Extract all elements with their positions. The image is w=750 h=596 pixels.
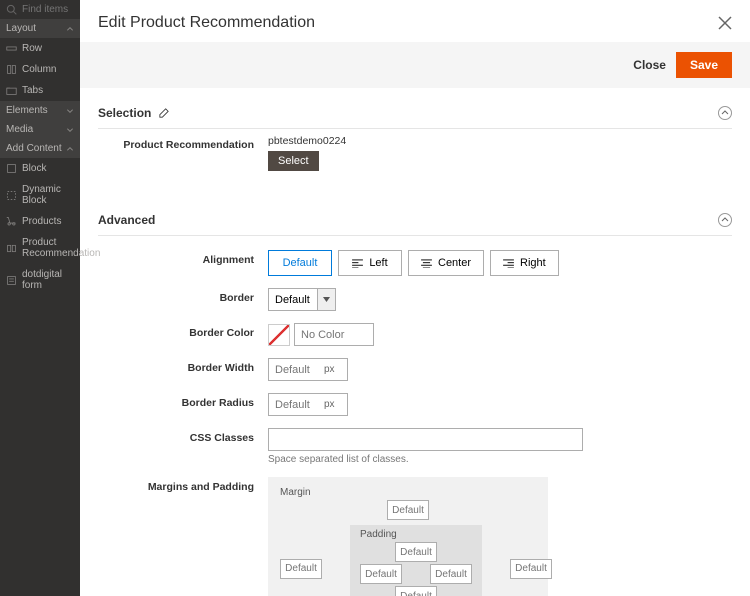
- field-border-width: Border Width px: [98, 352, 732, 387]
- border-select[interactable]: [268, 288, 318, 311]
- recommendation-icon: [6, 243, 17, 254]
- field-product-recommendation: Product Recommendation pbtestdemo0224 Se…: [98, 129, 732, 177]
- section-title: Selection: [98, 106, 151, 120]
- action-bar: Close Save: [80, 42, 750, 88]
- align-center-icon: [421, 259, 432, 268]
- chevron-down-icon: [66, 126, 74, 134]
- field-border: Border: [98, 282, 732, 317]
- sidebar-item-block[interactable]: Block: [0, 158, 80, 179]
- sidebar-section-media[interactable]: Media: [0, 120, 80, 139]
- border-radius-input[interactable]: [268, 393, 348, 416]
- section-title: Advanced: [98, 213, 155, 227]
- close-button[interactable]: Close: [633, 58, 666, 72]
- border-dropdown-toggle[interactable]: [318, 288, 336, 311]
- align-right-icon: [503, 259, 514, 268]
- section-header-advanced[interactable]: Advanced: [98, 201, 732, 236]
- main-panel: Edit Product Recommendation Close Save S…: [80, 0, 750, 596]
- margin-left-input[interactable]: [280, 559, 322, 579]
- align-left-icon: [352, 259, 363, 268]
- margin-right-input[interactable]: [510, 559, 552, 579]
- edit-icon[interactable]: [159, 108, 169, 118]
- border-width-input[interactable]: [268, 358, 348, 381]
- products-icon: [6, 216, 17, 227]
- column-icon: [6, 64, 17, 75]
- collapse-icon[interactable]: [718, 213, 732, 227]
- panel-header: Edit Product Recommendation: [80, 0, 750, 42]
- sidebar-item-row[interactable]: Row: [0, 38, 80, 59]
- margin-top-input[interactable]: [387, 500, 429, 520]
- padding-left-input[interactable]: [360, 564, 402, 584]
- field-label: Border Color: [98, 323, 268, 346]
- section-header-selection[interactable]: Selection: [98, 94, 732, 129]
- field-label: Border Radius: [98, 393, 268, 416]
- align-option-left[interactable]: Left: [338, 250, 402, 276]
- field-label: Product Recommendation: [98, 135, 268, 171]
- field-border-color: Border Color: [98, 317, 732, 352]
- field-label: Margins and Padding: [98, 477, 268, 596]
- margin-padding-box: Margin Padding: [268, 477, 548, 596]
- tabs-icon: [6, 85, 17, 96]
- panel-title: Edit Product Recommendation: [98, 14, 315, 32]
- css-classes-input[interactable]: [268, 428, 583, 451]
- sidebar-search[interactable]: [0, 0, 80, 19]
- section-label: Add Content: [6, 143, 62, 154]
- border-color-input[interactable]: [294, 323, 374, 346]
- chevron-up-icon: [66, 25, 74, 33]
- color-swatch[interactable]: [268, 324, 290, 346]
- sidebar-section-layout[interactable]: Layout: [0, 19, 80, 38]
- field-alignment: Alignment Default Left Center Right: [98, 236, 732, 282]
- padding-bottom-input[interactable]: [395, 586, 437, 596]
- padding-box: Padding: [350, 525, 482, 596]
- align-option-center[interactable]: Center: [408, 250, 484, 276]
- sidebar-item-dynamic-block[interactable]: Dynamic Block: [0, 179, 80, 211]
- padding-top-input[interactable]: [395, 542, 437, 562]
- selected-product-name: pbtestdemo0224: [268, 135, 732, 147]
- sidebar-item-column[interactable]: Column: [0, 59, 80, 80]
- sidebar-item-products[interactable]: Products: [0, 211, 80, 232]
- align-option-right[interactable]: Right: [490, 250, 559, 276]
- select-button[interactable]: Select: [268, 151, 319, 171]
- sidebar-item-tabs[interactable]: Tabs: [0, 80, 80, 101]
- search-input[interactable]: [22, 4, 72, 15]
- search-icon: [6, 4, 17, 15]
- sidebar-section-add-content[interactable]: Add Content: [0, 139, 80, 158]
- field-label: Alignment: [98, 250, 268, 276]
- chevron-up-icon: [66, 145, 74, 153]
- field-label: Border Width: [98, 358, 268, 381]
- left-sidebar: Layout Row Column Tabs Elements Media Ad…: [0, 0, 80, 596]
- dynamic-block-icon: [6, 190, 17, 201]
- sidebar-section-elements[interactable]: Elements: [0, 101, 80, 120]
- chevron-down-icon: [66, 107, 74, 115]
- sidebar-item-dotdigital-form[interactable]: dotdigital form: [0, 264, 80, 296]
- padding-right-input[interactable]: [430, 564, 472, 584]
- field-border-radius: Border Radius px: [98, 387, 732, 422]
- section-label: Elements: [6, 105, 48, 116]
- block-icon: [6, 163, 17, 174]
- field-label: Border: [98, 288, 268, 311]
- align-option-default[interactable]: Default: [268, 250, 332, 276]
- padding-label: Padding: [360, 529, 472, 540]
- section-label: Media: [6, 124, 33, 135]
- section-label: Layout: [6, 23, 36, 34]
- panel-content: Selection Product Recommendation pbtestd…: [80, 88, 750, 596]
- collapse-icon[interactable]: [718, 106, 732, 120]
- field-label: CSS Classes: [98, 428, 268, 465]
- row-icon: [6, 43, 17, 54]
- form-icon: [6, 275, 17, 286]
- sidebar-item-product-recommendation[interactable]: Product Recommendation: [0, 232, 80, 264]
- margin-label: Margin: [280, 487, 536, 498]
- field-hint: Space separated list of classes.: [268, 454, 732, 465]
- save-button[interactable]: Save: [676, 52, 732, 78]
- close-icon[interactable]: [718, 16, 732, 30]
- field-css-classes: CSS Classes Space separated list of clas…: [98, 422, 732, 471]
- field-margins-padding: Margins and Padding Margin Padding: [98, 471, 732, 596]
